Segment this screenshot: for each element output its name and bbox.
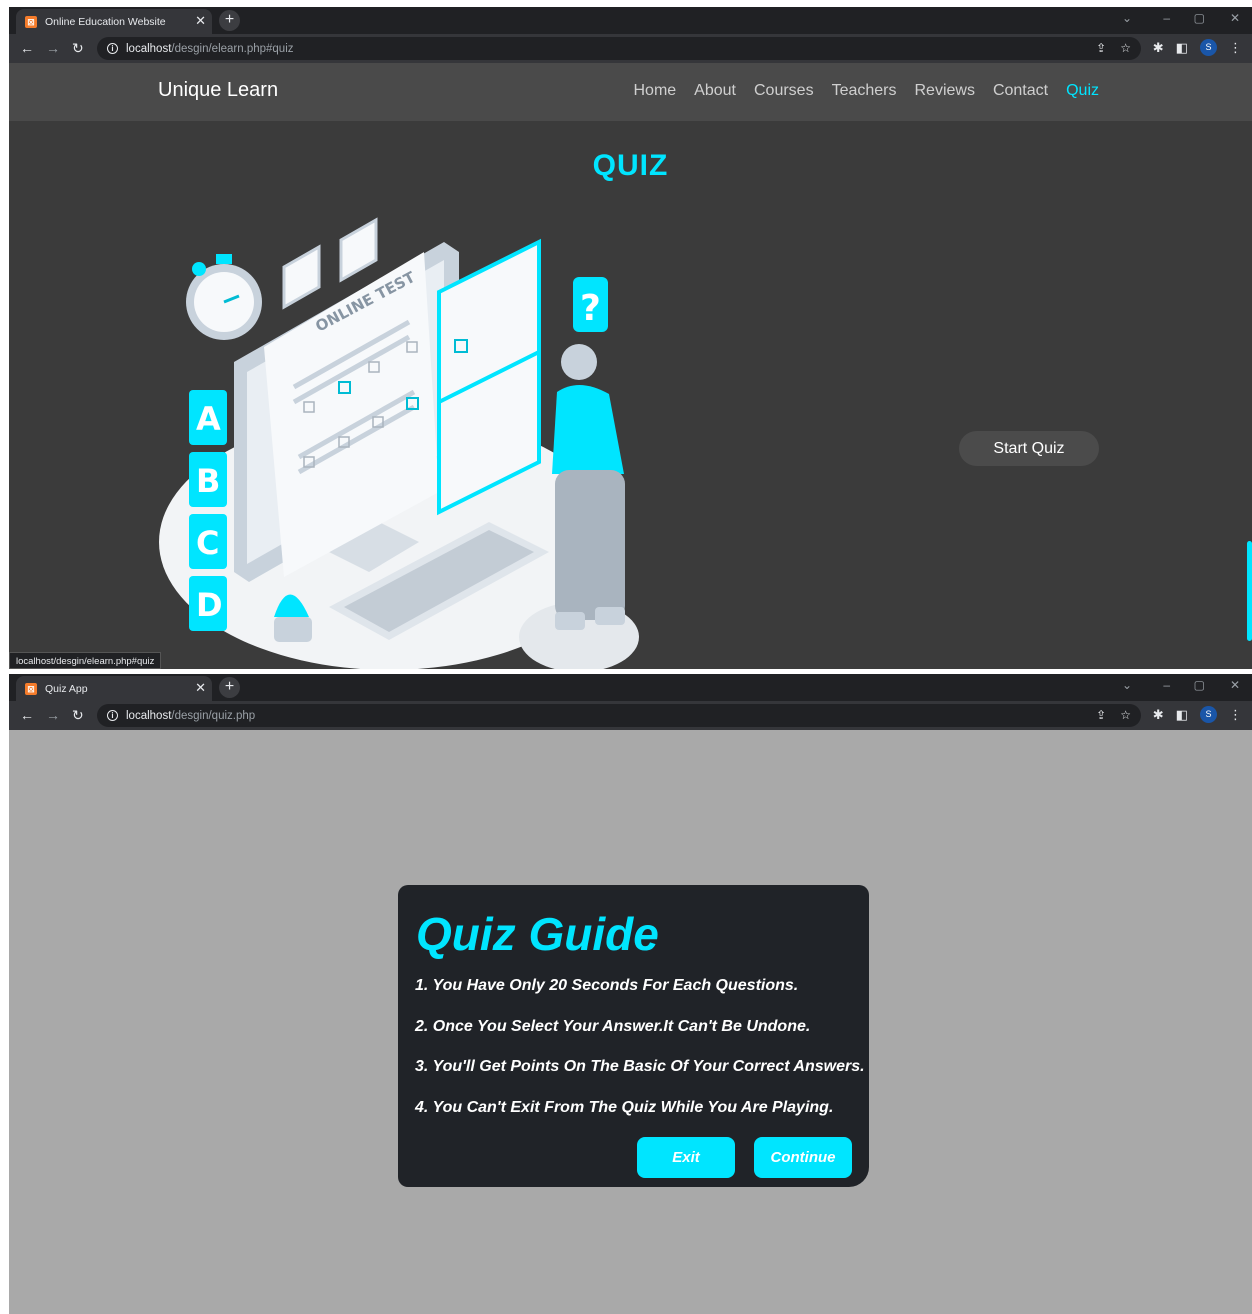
- share-icon[interactable]: ⇪: [1096, 708, 1106, 722]
- nav-reviews[interactable]: Reviews: [914, 82, 974, 100]
- bookmark-star-icon[interactable]: ☆: [1120, 41, 1131, 55]
- close-window-icon[interactable]: ✕: [1230, 678, 1240, 692]
- block-letter-c: C: [196, 524, 219, 562]
- back-icon[interactable]: ←: [20, 40, 34, 56]
- nav-courses[interactable]: Courses: [754, 82, 814, 100]
- info-icon[interactable]: i: [107, 710, 118, 721]
- url-host: localhost: [126, 42, 172, 55]
- guide-title: Quiz Guide: [416, 908, 659, 960]
- browser-window-quiz-app: ⊠ Quiz App ✕ + ⌄ – ▢ ✕ ← → ↻ i localhost…: [9, 674, 1252, 1314]
- minimize-icon[interactable]: –: [1163, 11, 1170, 25]
- guide-rules-list: 1. You Have Only 20 Seconds For Each Que…: [415, 977, 865, 1139]
- minimize-icon[interactable]: –: [1163, 678, 1170, 692]
- tab-strip: ⊠ Quiz App ✕ + ⌄ – ▢ ✕: [9, 674, 1252, 701]
- guide-rule: 4. You Can't Exit From The Quiz While Yo…: [415, 1098, 834, 1116]
- guide-rule: 1. You Have Only 20 Seconds For Each Que…: [415, 977, 799, 994]
- browser-window-elearn: ⊠ Online Education Website ✕ + ⌄ – ▢ ✕ ←…: [9, 7, 1252, 669]
- forward-icon[interactable]: →: [46, 707, 60, 723]
- share-icon[interactable]: ⇪: [1096, 41, 1106, 55]
- nav-quiz[interactable]: Quiz: [1066, 82, 1099, 100]
- scrollbar[interactable]: [1247, 541, 1252, 641]
- block-letter-a: A: [196, 400, 221, 438]
- section-title: QUIZ: [592, 149, 669, 182]
- bookmark-star-icon[interactable]: ☆: [1120, 708, 1131, 722]
- tab-search-icon[interactable]: ⌄: [1122, 678, 1132, 692]
- back-icon[interactable]: ←: [20, 707, 34, 723]
- omnibox-actions: ⇪ ☆: [1096, 41, 1131, 55]
- browser-toolbar: ← → ↻ i localhost /desgin/elearn.php#qui…: [9, 34, 1252, 63]
- main-nav: Home About Courses Teachers Reviews Cont…: [633, 82, 1099, 100]
- extensions-puzzle-icon[interactable]: ✱: [1153, 707, 1164, 723]
- side-panel-icon[interactable]: ◧: [1176, 40, 1188, 56]
- restore-icon[interactable]: ▢: [1194, 11, 1205, 25]
- xampp-favicon-icon: ⊠: [25, 15, 37, 28]
- new-tab-button[interactable]: +: [219, 10, 240, 31]
- block-letter-b: B: [196, 462, 220, 500]
- menu-kebab-icon[interactable]: ⋮: [1229, 707, 1242, 723]
- nav-contact[interactable]: Contact: [993, 82, 1048, 100]
- close-window-icon[interactable]: ✕: [1230, 11, 1240, 25]
- site-logo[interactable]: Unique Learn: [158, 79, 278, 102]
- extension-area: ✱ ◧ S ⋮: [1153, 39, 1242, 56]
- block-letter-d: D: [196, 586, 223, 624]
- nav-teachers[interactable]: Teachers: [832, 82, 897, 100]
- svg-text:?: ?: [580, 288, 601, 329]
- forward-icon[interactable]: →: [46, 40, 60, 56]
- guide-rule: 3. You'll Get Points On The Basic Of You…: [415, 1058, 865, 1075]
- start-quiz-button[interactable]: Start Quiz: [959, 431, 1099, 466]
- extension-area: ✱ ◧ S ⋮: [1153, 706, 1242, 723]
- url-path: /desgin/elearn.php#quiz: [171, 42, 294, 55]
- tab-title: Quiz App: [45, 682, 88, 695]
- extensions-puzzle-icon[interactable]: ✱: [1153, 40, 1164, 56]
- address-bar[interactable]: i localhost /desgin/quiz.php ⇪ ☆: [97, 704, 1141, 727]
- reload-icon[interactable]: ↻: [72, 707, 84, 724]
- continue-button[interactable]: Continue: [754, 1137, 852, 1178]
- tab-close-icon[interactable]: ✕: [195, 680, 206, 696]
- side-panel-icon[interactable]: ◧: [1176, 707, 1188, 723]
- status-bar-url: localhost/desgin/elearn.php#quiz: [9, 652, 162, 669]
- site-header: Unique Learn Home About Courses Teachers…: [9, 63, 1252, 121]
- tab-quiz-app[interactable]: ⊠ Quiz App ✕: [16, 676, 212, 701]
- profile-avatar[interactable]: S: [1200, 706, 1217, 723]
- new-tab-button[interactable]: +: [219, 677, 240, 698]
- xampp-favicon-icon: ⊠: [25, 682, 37, 695]
- menu-kebab-icon[interactable]: ⋮: [1229, 40, 1242, 56]
- exit-button[interactable]: Exit: [637, 1137, 735, 1178]
- tab-strip: ⊠ Online Education Website ✕ + ⌄ – ▢ ✕: [9, 7, 1252, 34]
- nav-about[interactable]: About: [694, 82, 736, 100]
- tab-title: Online Education Website: [45, 15, 166, 28]
- reload-icon[interactable]: ↻: [72, 40, 84, 57]
- tab-search-icon[interactable]: ⌄: [1122, 11, 1132, 25]
- address-bar[interactable]: i localhost /desgin/elearn.php#quiz ⇪ ☆: [97, 37, 1141, 60]
- url-host: localhost: [126, 709, 172, 722]
- profile-avatar[interactable]: S: [1200, 39, 1217, 56]
- tab-online-education[interactable]: ⊠ Online Education Website ✕: [16, 9, 212, 34]
- info-icon[interactable]: i: [107, 43, 118, 54]
- browser-toolbar: ← → ↻ i localhost /desgin/quiz.php ⇪ ☆ ✱…: [9, 701, 1252, 730]
- restore-icon[interactable]: ▢: [1194, 678, 1205, 692]
- tab-close-icon[interactable]: ✕: [195, 13, 206, 29]
- omnibox-actions: ⇪ ☆: [1096, 708, 1131, 722]
- online-test-illustration: ONLINE TEST ? A B C D: [159, 217, 639, 669]
- url-path: /desgin/quiz.php: [171, 709, 256, 722]
- nav-home[interactable]: Home: [633, 82, 676, 100]
- guide-rule: 2. Once You Select Your Answer.It Can't …: [415, 1017, 811, 1035]
- quiz-guide-dialog: Quiz Guide 1. You Have Only 20 Seconds F…: [398, 885, 869, 1187]
